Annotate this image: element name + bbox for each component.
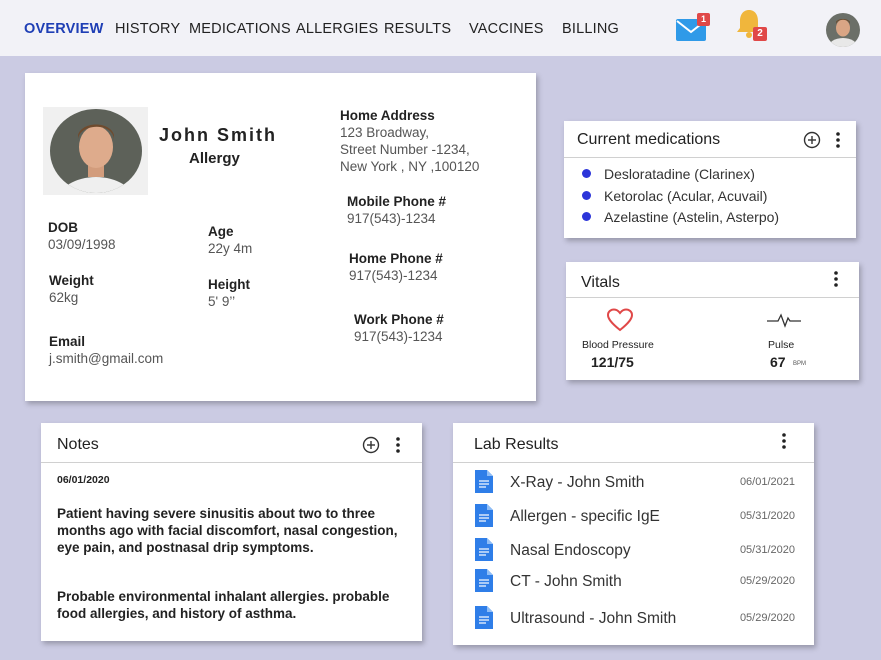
blood-pressure-value: 121/75 (591, 354, 634, 370)
mail-count-badge: 1 (697, 13, 710, 26)
lab-result-item[interactable]: Allergen - specific IgE 05/31/2020 (475, 504, 805, 530)
nav-billing[interactable]: BILLING (562, 21, 619, 37)
age-label: Age (208, 224, 234, 239)
lab-result-date: 05/29/2020 (739, 575, 795, 587)
lab-result-name: X-Ray - John Smith (510, 474, 645, 491)
pulse-unit: BPM (793, 361, 807, 367)
lab-results-divider (453, 462, 814, 463)
document-icon (475, 606, 493, 629)
document-icon (475, 470, 493, 493)
vitals-more-icon[interactable] (832, 270, 840, 293)
height-label: Height (208, 277, 250, 292)
medications-divider (564, 157, 856, 158)
lab-result-name: Nasal Endoscopy (510, 542, 631, 559)
top-nav: OVERVIEW HISTORY MEDICATIONS ALLERGIES R… (0, 0, 881, 56)
lab-results-card: Lab Results X-Ray - John Smith 06/01/202… (453, 423, 814, 645)
lab-result-item[interactable]: Ultrasound - John Smith 05/29/2020 (475, 606, 805, 632)
lab-result-item[interactable]: Nasal Endoscopy 05/31/2020 (475, 538, 805, 564)
notes-card: Notes 06/01/2020 Patient having severe s… (41, 423, 422, 641)
medication-item: Desloratadine (Clarinex) (582, 166, 755, 182)
nav-vaccines[interactable]: VACCINES (469, 21, 544, 37)
height-value: 5' 9’’ (208, 294, 236, 309)
patient-condition: Allergy (189, 150, 240, 167)
address-line-2: Street Number -1234, (340, 142, 470, 157)
pulse-label: Pulse (768, 339, 795, 351)
work-phone-label: Work Phone # (354, 312, 444, 327)
medications-more-icon[interactable] (834, 131, 842, 154)
medication-item: Ketorolac (Acular, Acuvail) (582, 188, 767, 204)
address-line-1: 123 Broadway, (340, 125, 430, 140)
patient-name: John Smith (159, 125, 277, 145)
patient-photo (50, 109, 142, 193)
current-medications-card: Current medications Desloratadine (Clari… (564, 121, 856, 238)
lab-result-name: Allergen - specific IgE (510, 508, 660, 525)
patient-profile-card: John Smith Allergy DOB 03/09/1998 Age 22… (25, 73, 536, 401)
vitals-card: Vitals Blood Pressure 121/75 Pulse 67 BP… (566, 262, 859, 380)
add-note-icon[interactable] (362, 436, 380, 459)
heart-icon (606, 308, 634, 337)
nav-overview[interactable]: OVERVIEW (24, 21, 104, 37)
add-medication-icon[interactable] (803, 131, 821, 154)
note-paragraph: Patient having severe sinusitis about tw… (57, 506, 398, 555)
blood-pressure-label: Blood Pressure (582, 339, 654, 351)
lab-result-item[interactable]: X-Ray - John Smith 06/01/2021 (475, 470, 805, 496)
medication-item: Azelastine (Astelin, Asterpo) (582, 209, 779, 225)
lab-result-date: 06/01/2021 (739, 476, 795, 488)
lab-results-more-icon[interactable] (780, 432, 788, 455)
age-value: 22y 4m (208, 241, 253, 256)
weight-label: Weight (49, 273, 94, 288)
medications-title: Current medications (577, 131, 721, 148)
pulse-value: 67 (770, 354, 786, 370)
notes-divider (41, 462, 422, 463)
lab-result-date: 05/31/2020 (739, 510, 795, 522)
nav-allergies[interactable]: ALLERGIES (296, 21, 378, 37)
medication-name: Azelastine (Astelin, Asterpo) (604, 209, 780, 225)
mobile-phone-label: Mobile Phone # (347, 194, 447, 209)
vitals-divider (566, 297, 859, 298)
nav-results[interactable]: RESULTS (384, 21, 451, 37)
mail-icon[interactable]: 1 (675, 13, 711, 43)
medication-name: Ketorolac (Acular, Acuvail) (604, 188, 768, 204)
lab-result-date: 05/31/2020 (739, 544, 795, 556)
user-avatar[interactable] (826, 13, 860, 47)
bullet-dot-icon (582, 212, 591, 221)
notification-count-badge: 2 (753, 27, 767, 41)
email-label: Email (49, 334, 86, 349)
profile-photo-frame (43, 107, 148, 195)
lab-result-name: Ultrasound - John Smith (510, 610, 677, 627)
mobile-phone-value: 917(543)-1234 (347, 211, 436, 226)
dob-value: 03/09/1998 (48, 237, 116, 252)
note-date: 06/01/2020 (57, 474, 110, 486)
notes-title: Notes (57, 436, 99, 453)
pulse-waveform-icon (767, 312, 801, 333)
nav-medications[interactable]: MEDICATIONS (189, 21, 291, 37)
dob-label: DOB (48, 220, 78, 235)
home-phone-label: Home Phone # (349, 251, 443, 266)
note-paragraph: Probable environmental inhalant allergie… (57, 589, 390, 621)
address-line-3: New York , NY ,100120 (340, 159, 480, 174)
bullet-dot-icon (582, 169, 591, 178)
lab-result-name: CT - John Smith (510, 573, 622, 590)
work-phone-value: 917(543)-1234 (354, 329, 443, 344)
vitals-title: Vitals (581, 274, 620, 291)
document-icon (475, 504, 493, 527)
lab-result-item[interactable]: CT - John Smith 05/29/2020 (475, 569, 805, 595)
home-phone-value: 917(543)-1234 (349, 268, 438, 283)
weight-value: 62kg (49, 290, 79, 305)
address-label: Home Address (340, 108, 435, 123)
medication-name: Desloratadine (Clarinex) (604, 166, 755, 182)
document-icon (475, 538, 493, 561)
nav-history[interactable]: HISTORY (115, 21, 180, 37)
bell-icon[interactable]: 2 (735, 8, 769, 44)
lab-result-date: 05/29/2020 (739, 612, 795, 624)
bullet-dot-icon (582, 191, 591, 200)
notes-more-icon[interactable] (394, 436, 402, 459)
document-icon (475, 569, 493, 592)
lab-results-title: Lab Results (474, 436, 559, 453)
email-value: j.smith@gmail.com (49, 351, 164, 366)
